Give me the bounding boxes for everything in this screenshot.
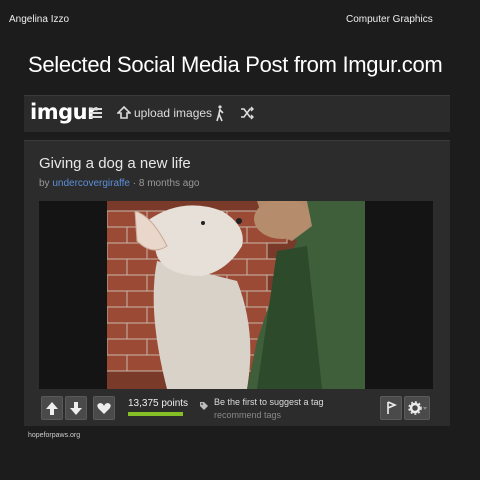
recommend-tags-text: recommend tags [214, 410, 282, 420]
post-username-link[interactable]: undercovergiraffe [52, 178, 130, 189]
tag-icon [200, 402, 208, 410]
heart-icon [97, 403, 111, 414]
arrow-down-icon [70, 402, 82, 415]
slide-title: Selected Social Media Post from Imgur.co… [28, 52, 443, 77]
post-media[interactable] [39, 201, 433, 389]
downvote-button[interactable] [65, 396, 87, 420]
points-count: 13,375 points [128, 398, 189, 409]
post-time: · 8 months ago [130, 178, 200, 189]
dog-photo [107, 201, 365, 389]
post-action-bar: 13,375 points Be the first to suggest a … [39, 393, 433, 423]
image-credit: hopeforpaws.org [28, 432, 81, 439]
upload-images-link[interactable]: upload images [134, 106, 212, 120]
post-panel: Giving a dog a new life by undercovergir… [24, 140, 450, 426]
settings-button[interactable] [404, 396, 430, 420]
imgur-logo[interactable]: imgur [30, 100, 97, 124]
walking-man-icon[interactable] [214, 105, 226, 122]
points-bar [128, 412, 183, 416]
report-button[interactable] [380, 396, 402, 420]
imgur-top-bar: imgur upload images [24, 95, 450, 132]
author-name: Angelina Izzo [9, 14, 70, 25]
arrow-up-icon [46, 402, 58, 415]
flag-icon [387, 401, 398, 414]
post-title: Giving a dog a new life [39, 155, 191, 172]
favorite-button[interactable] [93, 396, 115, 420]
by-prefix: by [39, 178, 53, 189]
gear-icon [408, 401, 427, 415]
upvote-button[interactable] [41, 396, 63, 420]
menu-icon[interactable] [90, 107, 102, 119]
suggest-tag-link[interactable]: Be the first to suggest a tag [214, 397, 324, 407]
course-name: Computer Graphics [346, 14, 433, 25]
post-meta: by undercovergiraffe · 8 months ago [39, 178, 199, 189]
upload-icon[interactable] [117, 106, 131, 120]
shuffle-icon[interactable] [240, 106, 254, 120]
